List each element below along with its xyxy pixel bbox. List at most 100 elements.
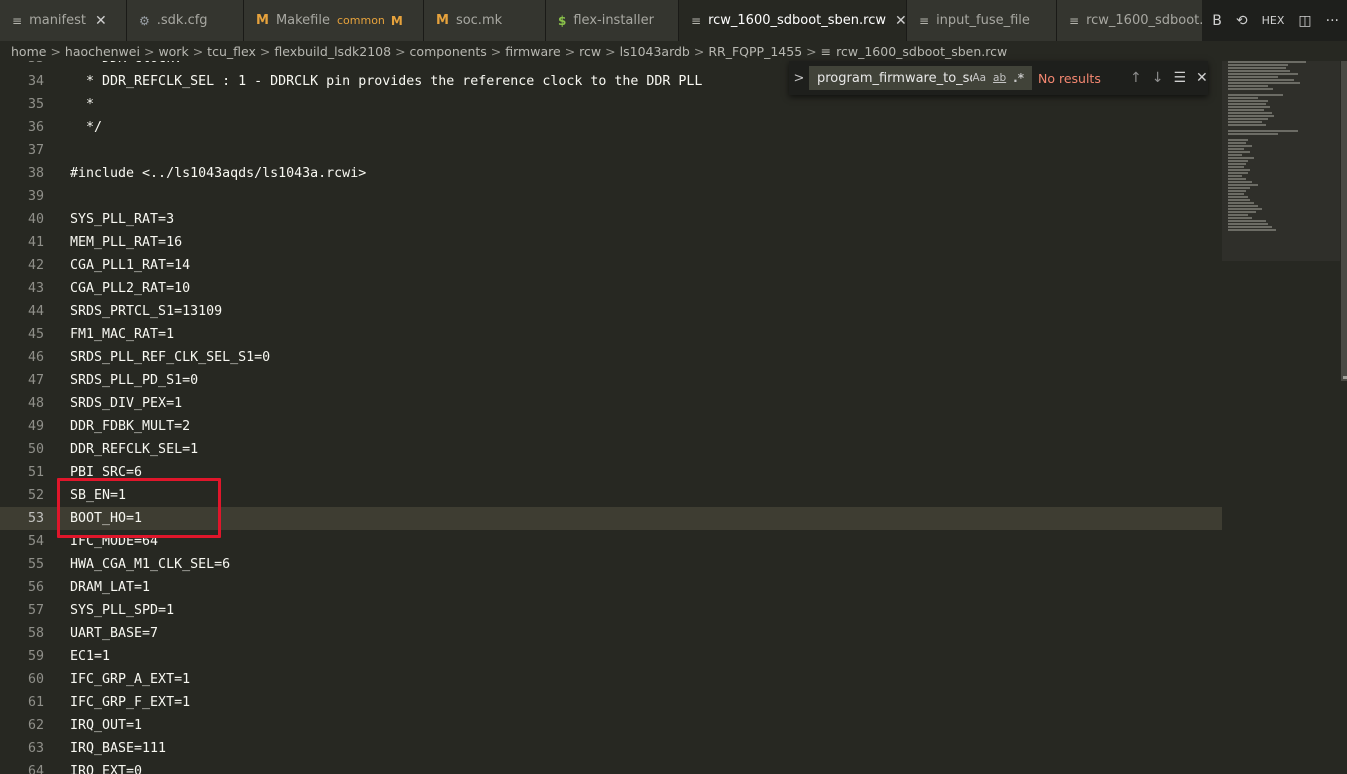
tab-makefile[interactable]: M Makefile common M <box>244 0 424 41</box>
code-line[interactable]: 36 */ <box>0 116 1230 139</box>
code-line[interactable]: 56 DRAM_LAT=1 <box>0 576 1230 599</box>
minimap-line <box>1228 109 1264 111</box>
regex-icon[interactable]: .* <box>1013 71 1024 85</box>
code-line[interactable]: 58 UART_BASE=7 <box>0 622 1230 645</box>
breadcrumb-item[interactable]: haochenwei <box>65 44 140 59</box>
code-line[interactable]: 63 IRQ_BASE=111 <box>0 737 1230 760</box>
chevron-right-icon: > <box>693 43 705 59</box>
breadcrumb-item[interactable]: ls1043ardb <box>620 44 690 59</box>
breadcrumb-item[interactable]: components <box>410 44 487 59</box>
minimap-line <box>1228 100 1268 102</box>
minimap-line <box>1228 166 1244 168</box>
minimap-line <box>1228 223 1268 225</box>
minimap-line <box>1228 130 1298 132</box>
lines-icon: ≡ <box>919 13 930 28</box>
minimap-line <box>1228 82 1300 84</box>
minimap-line <box>1228 148 1244 150</box>
lines-icon: ≡ <box>12 13 23 28</box>
code-line[interactable]: 48 SRDS_DIV_PEX=1 <box>0 392 1230 415</box>
code-line[interactable]: 53 BOOT_HO=1 <box>0 507 1222 530</box>
minimap[interactable] <box>1228 61 1328 261</box>
minimap-line <box>1228 73 1298 75</box>
breadcrumb-item[interactable]: flexbuild_lsdk2108 <box>274 44 391 59</box>
minimap-line <box>1228 178 1246 180</box>
breadcrumb-item[interactable]: firmware <box>505 44 560 59</box>
match-case-icon[interactable]: Aa <box>972 72 986 84</box>
scrollbar-cursor-marker <box>1343 376 1347 379</box>
tab-sdk-cfg[interactable]: ⚙ .sdk.cfg <box>127 0 244 41</box>
close-icon[interactable]: ✕ <box>95 13 107 29</box>
find-in-selection-icon[interactable]: ☰ <box>1173 70 1186 86</box>
code-line[interactable]: 54 IFC_MODE=64 <box>0 530 1230 553</box>
tab-label: flex-installer <box>573 13 654 28</box>
tab-label: Makefile <box>275 13 330 28</box>
arrow-down-icon[interactable]: ↓ <box>1152 70 1164 86</box>
arrow-up-icon[interactable]: ↑ <box>1130 70 1142 86</box>
line-number: 56 <box>27 580 44 595</box>
line-text: */ <box>70 120 103 135</box>
code-line[interactable]: 44 SRDS_PRTCL_S1=13109 <box>0 300 1230 323</box>
line-text: DRAM_LAT=1 <box>70 580 151 595</box>
code-line[interactable]: 64 IRQ_EXT=0 <box>0 760 1230 774</box>
line-number: 36 <box>27 120 44 135</box>
code-line[interactable]: 57 SYS_PLL_SPD=1 <box>0 599 1230 622</box>
line-text: CGA_PLL2_RAT=10 <box>70 281 191 296</box>
code-line[interactable]: 49 DDR_FDBK_MULT=2 <box>0 415 1230 438</box>
code-line[interactable]: 52 SB_EN=1 <box>0 484 1230 507</box>
hex-icon[interactable]: HEX <box>1262 14 1285 27</box>
find-results-count: No results <box>1038 70 1101 86</box>
code-line[interactable]: 46 SRDS_PLL_REF_CLK_SEL_S1=0 <box>0 346 1230 369</box>
more-icon[interactable]: ··· <box>1326 13 1339 29</box>
bold-icon[interactable]: B <box>1212 13 1222 29</box>
code-line[interactable]: 37 <box>0 139 1230 162</box>
close-icon[interactable]: ✕ <box>1196 70 1208 86</box>
close-icon[interactable]: ✕ <box>895 13 906 29</box>
minimap-line <box>1228 85 1268 87</box>
tab-soc-mk[interactable]: M soc.mk <box>424 0 546 41</box>
breadcrumb-item[interactable]: tcu_flex <box>207 44 256 59</box>
breadcrumb-item[interactable]: work <box>158 44 188 59</box>
toggle-replace-icon[interactable]: > <box>789 71 809 86</box>
code-line[interactable]: 47 SRDS_PLL_PD_S1=0 <box>0 369 1230 392</box>
history-icon[interactable]: ⟲ <box>1236 13 1248 29</box>
code-line[interactable]: 38 #include <../ls1043aqds/ls1043a.rcwi> <box>0 162 1230 185</box>
code-line[interactable]: 60 IFC_GRP_A_EXT=1 <box>0 668 1230 691</box>
find-input[interactable]: program_firmware_to_sd Aa ab .* <box>809 66 1032 90</box>
minimap-line <box>1228 103 1266 105</box>
tab-rcw-sdboot-sben[interactable]: ≡ rcw_1600_sdboot_sben.rcw ✕ <box>679 0 907 41</box>
lines-icon: ≡ <box>691 13 702 28</box>
code-line[interactable]: 45 FM1_MAC_RAT=1 <box>0 323 1230 346</box>
tab-input-fuse-file[interactable]: ≡ input_fuse_file <box>907 0 1057 41</box>
chevron-right-icon: > <box>564 43 576 59</box>
breadcrumb-file[interactable]: rcw_1600_sdboot_sben.rcw <box>836 44 1007 59</box>
minimap-line <box>1228 142 1246 144</box>
code-line[interactable]: 59 EC1=1 <box>0 645 1230 668</box>
chevron-right-icon: > <box>143 43 155 59</box>
code-line[interactable]: 39 <box>0 185 1230 208</box>
split-editor-icon[interactable]: ◫ <box>1298 13 1311 29</box>
line-number: 51 <box>27 465 44 480</box>
code-editor[interactable]: 33 * DDR Clock: 34 * DDR_REFCLK_SEL : 1 -… <box>0 61 1347 774</box>
code-line[interactable]: 35 * <box>0 93 1230 116</box>
code-line[interactable]: 42 CGA_PLL1_RAT=14 <box>0 254 1230 277</box>
breadcrumb-item[interactable]: RR_FQPP_1455 <box>708 44 802 59</box>
code-line[interactable]: 40 SYS_PLL_RAT=3 <box>0 208 1230 231</box>
line-text: SRDS_DIV_PEX=1 <box>70 396 183 411</box>
scrollbar-thumb[interactable] <box>1341 61 1347 381</box>
breadcrumb-item[interactable]: rcw <box>579 44 601 59</box>
whole-word-icon[interactable]: ab <box>993 72 1006 84</box>
tab-flex-installer[interactable]: $ flex-installer <box>546 0 679 41</box>
tab-manifest[interactable]: ≡ manifest ✕ <box>0 0 127 41</box>
breadcrumb-item[interactable]: home <box>11 44 46 59</box>
line-text: UART_BASE=7 <box>70 626 159 641</box>
code-line[interactable]: 41 MEM_PLL_RAT=16 <box>0 231 1230 254</box>
code-line[interactable]: 50 DDR_REFCLK_SEL=1 <box>0 438 1230 461</box>
code-line[interactable]: 55 HWA_CGA_M1_CLK_SEL=6 <box>0 553 1230 576</box>
code-line[interactable]: 43 CGA_PLL2_RAT=10 <box>0 277 1230 300</box>
minimap-line <box>1228 163 1246 165</box>
code-line[interactable]: 51 PBI_SRC=6 <box>0 461 1230 484</box>
code-line[interactable]: 62 IRQ_OUT=1 <box>0 714 1230 737</box>
minimap-line <box>1228 106 1270 108</box>
line-number: 49 <box>27 419 44 434</box>
code-line[interactable]: 61 IFC_GRP_F_EXT=1 <box>0 691 1230 714</box>
